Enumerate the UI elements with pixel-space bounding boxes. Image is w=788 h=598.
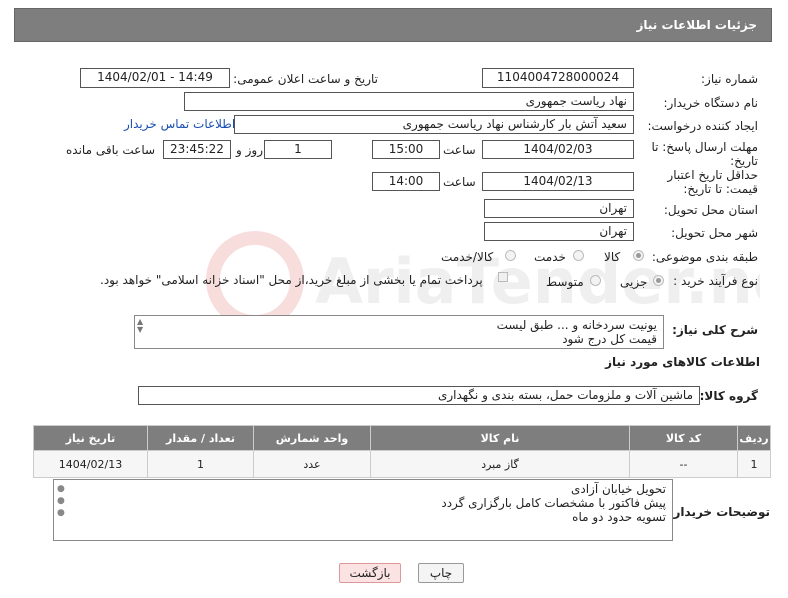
goods-group-label: گروه کالا: bbox=[699, 389, 758, 403]
notes-scrollbar-icon[interactable]: ● ● ● bbox=[57, 483, 65, 519]
buyer-notes-label: توضیحات خریدار: bbox=[668, 505, 770, 519]
col-qty: تعداد / مقدار bbox=[147, 425, 254, 451]
validity-time-field: 14:00 bbox=[372, 172, 440, 191]
process-minor-label: جزیی bbox=[620, 275, 648, 289]
goods-table: ردیف کد کالا نام کالا واحد شمارش تعداد /… bbox=[33, 425, 771, 478]
treasury-payment-note: پرداخت تمام یا بخشی از مبلغ خرید،از محل … bbox=[100, 273, 483, 287]
category-goods-radio[interactable] bbox=[633, 250, 644, 261]
category-goods-label: کالا bbox=[604, 250, 621, 264]
validity-time-word: ساعت bbox=[443, 175, 476, 189]
province-field: تهران bbox=[484, 199, 634, 218]
buyer-org-label: نام دستگاه خریدار: bbox=[663, 96, 759, 110]
description-line-2: قیمت کل درج شود bbox=[562, 332, 657, 346]
cell-code: -- bbox=[629, 450, 738, 478]
announce-label: تاریخ و ساعت اعلان عمومی: bbox=[233, 72, 378, 86]
table-row: 1 -- گاز مبرد عدد 1 1404/02/13 bbox=[33, 450, 771, 478]
page-title: جزئیات اطلاعات نیاز bbox=[636, 18, 757, 32]
buyer-notes-line-3: تسویه حدود دو ماه bbox=[572, 510, 666, 524]
col-name: نام کالا bbox=[370, 425, 630, 451]
creator-field: سعید آتش بار کارشناس نهاد ریاست جمهوری bbox=[234, 115, 634, 134]
buyer-notes-line-2: پیش فاکتور با مشخصات کامل بارگزاری گردد bbox=[441, 496, 666, 510]
buyer-notes-line-1: تحویل خیابان آزادی bbox=[570, 482, 666, 496]
scroll-arrows-icon[interactable]: ▲ ▼ bbox=[137, 318, 143, 334]
creator-label: ایجاد کننده درخواست: bbox=[647, 119, 758, 133]
category-both-radio[interactable] bbox=[505, 250, 516, 261]
back-button[interactable]: بازگشت bbox=[339, 563, 401, 583]
deadline-label: مهلت ارسال پاسخ: تا تاریخ: bbox=[651, 140, 758, 168]
process-medium-radio[interactable] bbox=[590, 275, 601, 286]
time-word: ساعت bbox=[443, 143, 476, 157]
cell-date: 1404/02/13 bbox=[33, 450, 148, 478]
city-label: شهر محل تحویل: bbox=[671, 226, 758, 240]
cell-unit: عدد bbox=[253, 450, 371, 478]
process-label: نوع فرآیند خرید : bbox=[673, 274, 758, 288]
category-label: طبقه بندی موضوعی: bbox=[651, 250, 758, 264]
col-row: ردیف bbox=[737, 425, 771, 451]
need-number-label: شماره نیاز: bbox=[701, 72, 758, 86]
announce-field: 1404/02/01 - 14:49 bbox=[80, 68, 230, 88]
deadline-date-field: 1404/02/03 bbox=[482, 140, 634, 159]
cell-row: 1 bbox=[737, 450, 771, 478]
validity-date-field: 1404/02/13 bbox=[482, 172, 634, 191]
process-medium-label: متوسط bbox=[546, 275, 584, 289]
remaining-time-field: 23:45:22 bbox=[163, 140, 231, 159]
city-field: تهران bbox=[484, 222, 634, 241]
process-minor-radio[interactable] bbox=[653, 275, 664, 286]
treasury-payment-checkbox[interactable] bbox=[498, 272, 508, 282]
goods-table-header: ردیف کد کالا نام کالا واحد شمارش تعداد /… bbox=[33, 425, 771, 451]
buyer-contact-link[interactable]: اطلاعات تماس خریدار bbox=[124, 117, 235, 131]
page-header: جزئیات اطلاعات نیاز bbox=[14, 8, 772, 42]
category-both-label: کالا/خدمت bbox=[441, 250, 494, 264]
col-date: تاریخ نیاز bbox=[33, 425, 148, 451]
cell-qty: 1 bbox=[147, 450, 254, 478]
remaining-word: ساعت باقی مانده bbox=[66, 143, 156, 157]
buyer-notes-textarea[interactable]: تحویل خیابان آزادی پیش فاکتور با مشخصات … bbox=[53, 479, 673, 541]
deadline-time-field: 15:00 bbox=[372, 140, 440, 159]
print-button[interactable]: چاپ bbox=[418, 563, 464, 583]
days-word: روز و bbox=[236, 143, 263, 157]
buyer-org-field: نهاد ریاست جمهوری bbox=[184, 92, 634, 111]
description-label: شرح کلی نیاز: bbox=[672, 323, 758, 337]
col-code: کد کالا bbox=[629, 425, 738, 451]
goods-section-title: اطلاعات کالاهای مورد نیاز bbox=[605, 355, 760, 369]
need-number-field: 1104004728000024 bbox=[482, 68, 634, 88]
category-service-label: خدمت bbox=[534, 250, 566, 264]
col-unit: واحد شمارش bbox=[253, 425, 371, 451]
validity-label: حداقل تاریخ اعتبار قیمت: تا تاریخ: bbox=[667, 168, 758, 196]
description-line-1: یونیت سردخانه و ... طبق لیست bbox=[496, 318, 657, 332]
cell-name: گاز مبرد bbox=[370, 450, 630, 478]
days-field: 1 bbox=[264, 140, 332, 159]
goods-group-field: ماشین آلات و ملزومات حمل، بسته بندی و نگ… bbox=[138, 386, 700, 405]
description-textarea[interactable]: یونیت سردخانه و ... طبق لیست قیمت کل درج… bbox=[134, 315, 664, 349]
category-service-radio[interactable] bbox=[573, 250, 584, 261]
province-label: استان محل تحویل: bbox=[663, 203, 758, 217]
